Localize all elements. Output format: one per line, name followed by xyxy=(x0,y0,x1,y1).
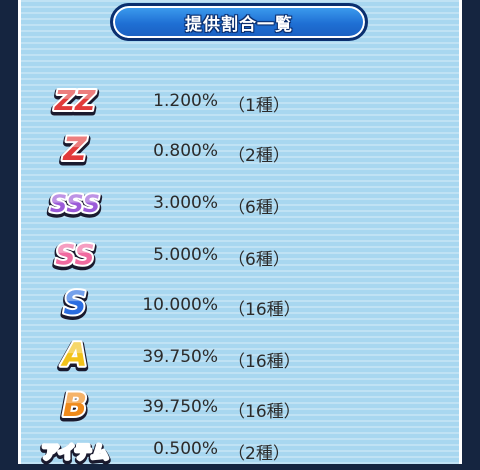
character-count: （1種） xyxy=(228,96,290,116)
rate-value: 3.000% xyxy=(153,193,218,213)
character-count: （6種） xyxy=(228,250,290,270)
character-count: （16種） xyxy=(228,352,301,372)
rate-row: SSS SSS SSS 3.000% （6種） xyxy=(0,184,480,224)
svg-text:アイテム: アイテム xyxy=(42,443,108,463)
character-count: （16種） xyxy=(228,402,301,422)
page-title: 提供割合一覧 xyxy=(185,14,293,35)
rate-value: 0.500% xyxy=(153,439,218,459)
rate-value: 10.000% xyxy=(142,295,218,315)
rate-value: 5.000% xyxy=(153,245,218,265)
rate-value: 0.800% xyxy=(153,141,218,161)
rate-row: ZZ ZZ ZZ 1.200% （1種） xyxy=(0,82,480,122)
character-count: （16種） xyxy=(228,300,301,320)
rate-row: S S S 10.000% （16種） xyxy=(0,286,480,326)
title-banner: 提供割合一覧 xyxy=(110,3,368,41)
rate-value: 39.750% xyxy=(142,397,218,417)
character-count: （6種） xyxy=(228,198,290,218)
character-count: （2種） xyxy=(228,146,290,166)
rate-value: 1.200% xyxy=(153,91,218,111)
rate-row: アイテム アイテム 0.500% （2種） xyxy=(0,430,480,470)
character-count: （2種） xyxy=(228,444,290,464)
rate-row: B B B 39.750% （16種） xyxy=(0,388,480,428)
rate-value: 39.750% xyxy=(142,347,218,367)
rate-row: Z Z Z 0.800% （2種） xyxy=(0,132,480,172)
rate-row: SS SS SS 5.000% （6種） xyxy=(0,236,480,276)
rate-row: A A A 39.750% （16種） xyxy=(0,338,480,378)
